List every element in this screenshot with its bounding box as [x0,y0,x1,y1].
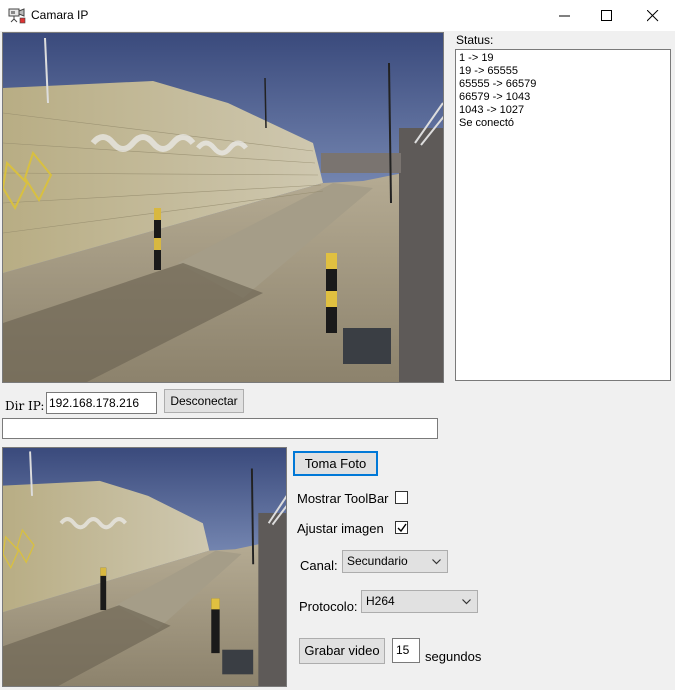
show-toolbar-label: Mostrar ToolBar [297,491,389,506]
channel-select[interactable]: Secundario [342,550,448,573]
close-icon [647,10,659,22]
snapshot-preview [2,447,287,687]
fit-image-checkbox[interactable] [395,521,408,534]
window-title: Camara IP [31,8,89,22]
protocol-label: Protocolo: [299,599,358,614]
client-area: Status: 1 -> 19 19 -> 65555 65555 -> 665… [0,31,675,690]
chevron-down-icon [462,599,471,605]
status-line: 1043 -> 1027 [459,104,525,116]
channel-select-value: Secundario [347,554,408,568]
record-seconds-input[interactable]: 15 [392,638,420,663]
seconds-label: segundos [425,649,482,664]
status-line: 19 -> 65555 [459,65,519,77]
chevron-down-icon [432,559,441,565]
status-line: Se conectó [459,117,515,129]
title-bar: Camara IP [0,0,675,31]
live-video-view[interactable] [2,32,444,383]
snapshot-image [3,448,286,686]
status-line: 1 -> 19 [459,52,494,64]
protocol-select[interactable]: H264 [361,590,478,613]
status-label: Status: [456,33,494,47]
status-log[interactable]: 1 -> 19 19 -> 65555 65555 -> 66579 66579… [455,49,671,381]
disconnect-button[interactable]: Desconectar [164,389,244,413]
ip-label: Dir IP: [5,399,45,413]
status-line: 66579 -> 1043 [459,91,531,103]
url-input[interactable] [2,418,438,439]
camera-scene-image [3,33,443,382]
minimize-icon [559,15,570,17]
minimize-button[interactable] [542,0,588,31]
maximize-icon [601,10,612,21]
status-line: 65555 -> 66579 [459,78,537,90]
protocol-select-value: H264 [366,594,395,608]
record-video-button[interactable]: Grabar video [299,638,385,664]
ip-address-input[interactable]: 192.168.178.216 [46,392,157,414]
close-button[interactable] [630,0,675,31]
channel-label: Canal: [300,558,338,573]
show-toolbar-checkbox[interactable] [395,491,408,504]
fit-image-label: Ajustar imagen [297,521,384,536]
camera-app-icon [8,8,26,24]
checkmark-icon [397,523,407,533]
maximize-button[interactable] [584,0,630,31]
take-photo-button[interactable]: Toma Foto [293,451,378,476]
